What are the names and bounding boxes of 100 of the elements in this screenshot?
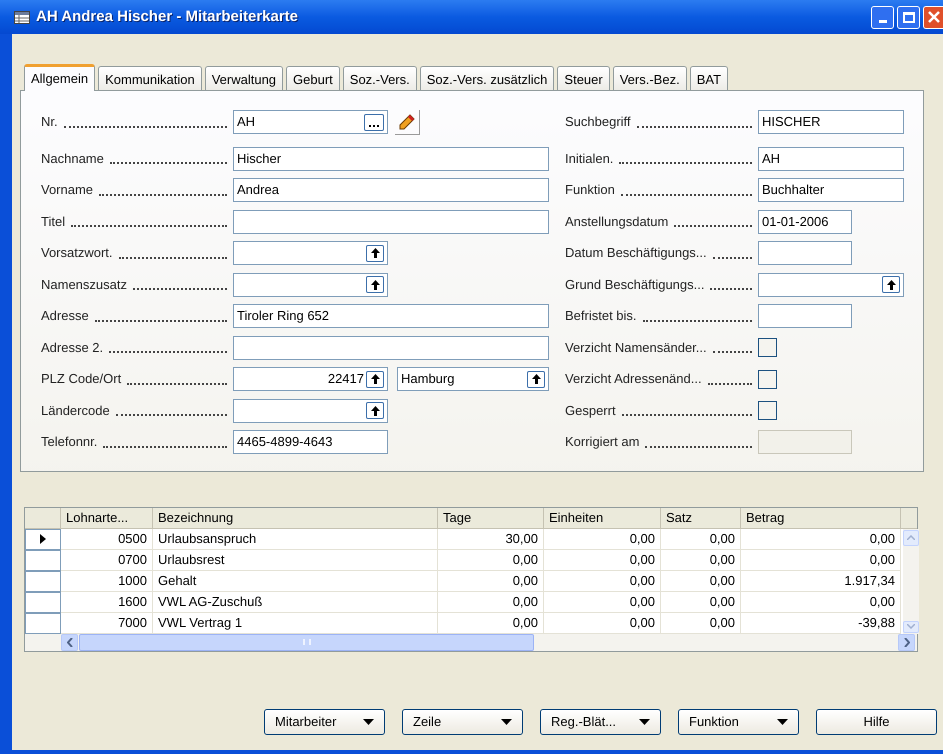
field-label: Verzicht Namensänder... (565, 338, 707, 357)
table-cell: 0,00 (661, 550, 741, 570)
column-header[interactable]: Satz (661, 508, 741, 528)
text-field[interactable]: HISCHER (758, 110, 904, 134)
table-cell: 1.917,34 (741, 570, 901, 592)
field-label: Initialen. (565, 150, 614, 168)
table-cell: VWL AG-Zuschuß (153, 592, 438, 612)
text-field[interactable]: AH (233, 110, 388, 134)
lookup-button[interactable] (366, 244, 384, 262)
edit-button[interactable] (395, 110, 420, 134)
tab[interactable]: Geburt (286, 66, 340, 90)
checkbox[interactable] (758, 370, 777, 388)
lookup-button[interactable] (366, 276, 384, 293)
text-field[interactable] (233, 210, 549, 234)
minimize-button[interactable] (871, 6, 894, 28)
table-cell: 0,00 (741, 592, 901, 612)
up-arrow-icon (370, 248, 380, 258)
tab[interactable]: Vers.-Bez. (612, 66, 687, 90)
vertical-scrollbar[interactable] (903, 528, 919, 634)
field-label: Adresse 2. (41, 338, 104, 357)
table-cell: 30,00 (438, 528, 544, 550)
checkbox[interactable] (758, 338, 777, 357)
help-button[interactable]: Hilfe (816, 709, 937, 735)
table-cell: 0,00 (544, 550, 661, 570)
horizontal-scrollbar[interactable] (25, 634, 917, 651)
lookup-button[interactable] (527, 370, 545, 388)
field-label: Adresse (41, 307, 89, 326)
text-field[interactable]: 01-01-2006 (758, 210, 852, 234)
checkbox[interactable] (758, 401, 777, 420)
up-arrow-icon (370, 406, 380, 416)
table-cell: 0,00 (544, 528, 661, 550)
lookup-field[interactable] (233, 398, 388, 422)
pencil-icon (399, 114, 415, 130)
column-header[interactable]: Bezeichnung (153, 508, 438, 528)
menu-button[interactable]: Zeile (402, 709, 523, 735)
field-label: Vorsatzwort. (41, 244, 113, 262)
field-label: Datum Beschäftigungs... (565, 244, 707, 262)
table-cell: 1000 (61, 570, 153, 592)
lookup-field[interactable] (758, 272, 904, 296)
table-icon (14, 10, 30, 24)
text-field[interactable] (233, 336, 549, 360)
lookup-field[interactable] (233, 272, 388, 296)
column-header[interactable]: Lohnarte... (61, 508, 153, 528)
down-caret-icon (907, 624, 915, 629)
tab[interactable]: Steuer (557, 66, 610, 90)
dropdown-caret-icon (639, 719, 650, 725)
text-field[interactable]: 4465-4899-4643 (233, 430, 388, 454)
text-field[interactable] (758, 304, 852, 328)
field-label: Anstellungsdatum (565, 212, 668, 231)
field-label: Ländercode (41, 402, 110, 420)
text-field[interactable] (758, 241, 852, 265)
tab[interactable]: Allgemein (24, 64, 96, 91)
row-selector[interactable] (25, 528, 61, 550)
field-label: Befristet bis. (565, 307, 637, 326)
field-label: Nachname (41, 150, 104, 168)
menu-button[interactable]: Funktion (678, 709, 799, 735)
dropdown-caret-icon (777, 719, 788, 725)
field-label: Korrigiert am (565, 433, 640, 452)
field-label: Telefonnr. (41, 433, 98, 452)
column-header[interactable]: Betrag (741, 508, 901, 528)
lookup-button[interactable] (366, 402, 384, 419)
text-field[interactable]: Hischer (233, 146, 549, 170)
tab[interactable]: BAT (690, 66, 728, 90)
postcode-field[interactable]: 22417 (233, 367, 388, 391)
table-cell: 0,00 (661, 570, 741, 592)
column-header[interactable]: Tage (438, 508, 544, 528)
right-caret-icon (904, 638, 910, 647)
up-arrow-icon (370, 374, 380, 384)
tab[interactable]: Verwaltung (204, 66, 284, 90)
up-arrow-icon (370, 280, 380, 290)
maximize-button[interactable] (897, 6, 920, 28)
field-label: Gesperrt (565, 402, 616, 420)
city-field[interactable]: Hamburg (397, 367, 549, 391)
tab[interactable]: Kommunikation (98, 66, 202, 90)
tab[interactable]: Soz.-Vers. (342, 66, 417, 90)
text-field[interactable]: Tiroler Ring 652 (233, 304, 549, 328)
lookup-button[interactable] (366, 370, 384, 388)
tab[interactable]: Soz.-Vers. zusätzlich (420, 66, 554, 90)
table-cell: 0,00 (661, 592, 741, 612)
table-cell: Urlaubsrest (153, 550, 438, 570)
menu-button[interactable]: Mitarbeiter (264, 709, 385, 735)
field-label: Nr. (41, 113, 58, 132)
table-cell: 0,00 (661, 528, 741, 550)
lookup-field[interactable] (233, 241, 388, 265)
text-field[interactable]: AH (758, 146, 904, 170)
close-button[interactable] (923, 6, 943, 28)
menu-button[interactable]: Reg.-Blät... (540, 709, 661, 735)
text-field[interactable]: Buchhalter (758, 178, 904, 202)
table-cell: 0,00 (438, 550, 544, 570)
field-label: Vorname (41, 181, 94, 200)
left-caret-icon (66, 638, 72, 647)
text-field[interactable]: Andrea (233, 178, 549, 202)
close-icon (928, 11, 940, 23)
field-label: Verzicht Adressenänd... (565, 370, 702, 388)
table-cell: 0,00 (438, 570, 544, 592)
column-header[interactable]: Einheiten (544, 508, 661, 528)
lookup-button[interactable] (882, 276, 900, 293)
field-label: Titel (41, 212, 66, 231)
table-cell: 1600 (61, 592, 153, 612)
ellipsis-button[interactable] (364, 114, 384, 130)
